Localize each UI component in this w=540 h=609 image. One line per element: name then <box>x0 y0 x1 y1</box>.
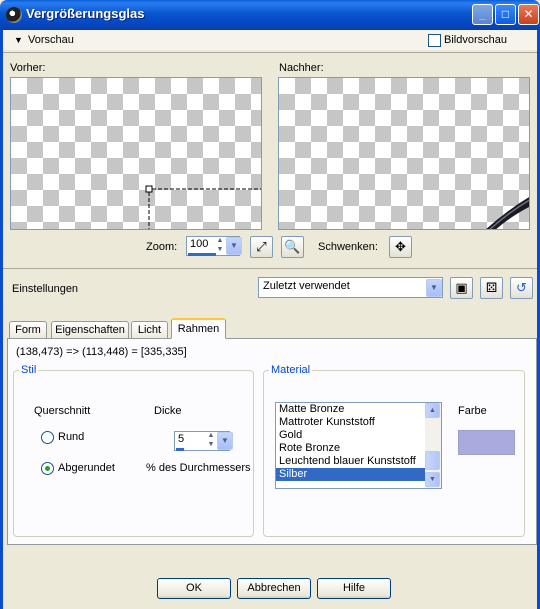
collapse-triangle-icon[interactable]: ▼ <box>14 35 23 45</box>
zoom-magnifier-icon[interactable]: 🔍 <box>281 236 304 258</box>
farbe-swatch[interactable] <box>458 430 515 455</box>
list-item[interactable]: Gold <box>276 429 441 442</box>
spin-down-icon[interactable]: ▼ <box>214 246 226 255</box>
zoom-spinner[interactable]: ▲ ▼ <box>214 237 226 255</box>
preset-dropdown-icon[interactable]: ▼ <box>426 279 442 297</box>
coordinates-text: (138,473) => (113,448) = [335,335] <box>16 346 187 358</box>
zoom-slider-bar[interactable] <box>188 253 216 256</box>
zoom-label: Zoom: <box>146 241 178 253</box>
abgerundet-label[interactable]: Abgerundet <box>58 462 115 474</box>
tab-eigenschaften[interactable]: Eigenschaften <box>51 321 129 339</box>
list-item[interactable]: Matte Bronze <box>276 403 441 416</box>
dicke-dropdown-button[interactable]: ▼ <box>217 432 233 450</box>
dicke-spinner[interactable]: ▲ ▼ <box>205 432 217 450</box>
magnifier-rim-preview <box>486 197 529 229</box>
zoom-dropdown-button[interactable]: ▼ <box>226 237 242 255</box>
spin-up-icon[interactable]: ▲ <box>205 432 217 441</box>
divider <box>3 268 537 269</box>
bildvorschau-checkbox[interactable] <box>428 34 441 47</box>
radio-rund[interactable] <box>41 431 54 444</box>
close-button[interactable]: ✕ <box>518 4 539 25</box>
list-item-selected[interactable]: Silber <box>276 468 441 481</box>
help-button[interactable]: Hilfe <box>317 578 391 599</box>
before-preview-pane[interactable] <box>10 77 262 230</box>
pan-move-icon[interactable]: ✥ <box>389 236 412 258</box>
rund-label[interactable]: Rund <box>58 431 84 443</box>
selection-marquee <box>145 185 261 229</box>
after-label: Nachher: <box>279 62 324 74</box>
stil-group-title: Stil <box>19 364 39 376</box>
dicke-slider-bar[interactable] <box>176 448 184 451</box>
window-frame-left <box>0 30 3 609</box>
minimize-button[interactable]: _ <box>472 4 493 25</box>
farbe-label: Farbe <box>458 405 487 417</box>
preview-toggle-label[interactable]: Vorschau <box>28 34 74 46</box>
dicke-unit-label: % des Durchmessers <box>146 462 251 474</box>
scroll-up-icon[interactable]: ▲ <box>425 403 440 418</box>
after-preview-pane <box>278 77 530 230</box>
divider <box>3 52 537 53</box>
save-preset-icon[interactable]: ▣ <box>450 277 473 299</box>
preset-select[interactable]: Zuletzt verwendet <box>258 277 443 298</box>
list-item[interactable]: Mattroter Kunststoff <box>276 416 441 429</box>
dicke-label: Dicke <box>154 405 182 417</box>
material-group-title: Material <box>269 364 313 376</box>
bildvorschau-label: Bildvorschau <box>444 34 507 46</box>
cancel-button[interactable]: Abbrechen <box>237 578 311 599</box>
stil-groupbox <box>13 370 254 537</box>
tab-licht[interactable]: Licht <box>131 321 168 339</box>
window-title: Vergrößerungsglas <box>26 6 145 21</box>
tab-rahmen[interactable]: Rahmen <box>171 318 226 339</box>
reset-icon[interactable]: ↺ <box>510 277 533 299</box>
tab-form[interactable]: Form <box>9 321 47 339</box>
list-item[interactable]: Leuchtend blauer Kunststoff <box>276 455 441 468</box>
dicke-value: 5 <box>178 433 185 445</box>
zoom-value: 100 <box>190 238 209 250</box>
randomize-dice-icon[interactable]: ⚄ <box>480 277 503 299</box>
pan-label: Schwenken: <box>318 241 378 253</box>
ok-button[interactable]: OK <box>157 578 231 599</box>
fit-to-window-icon[interactable]: ⤢ <box>250 236 273 258</box>
before-label: Vorher: <box>10 62 46 74</box>
scroll-down-icon[interactable]: ▼ <box>425 472 440 487</box>
preset-value: Zuletzt verwendet <box>263 280 350 292</box>
scroll-thumb[interactable] <box>425 451 440 470</box>
radio-abgerundet[interactable] <box>41 462 54 475</box>
material-listbox[interactable]: Matte Bronze Mattroter Kunststoff Gold R… <box>275 402 442 489</box>
querschnitt-label: Querschnitt <box>34 405 91 417</box>
app-icon <box>6 7 22 23</box>
maximize-button[interactable]: □ <box>495 4 516 25</box>
spin-down-icon[interactable]: ▼ <box>205 441 217 450</box>
spin-up-icon[interactable]: ▲ <box>214 237 226 246</box>
settings-label: Einstellungen <box>12 283 79 295</box>
list-item[interactable]: Rote Bronze <box>276 442 441 455</box>
